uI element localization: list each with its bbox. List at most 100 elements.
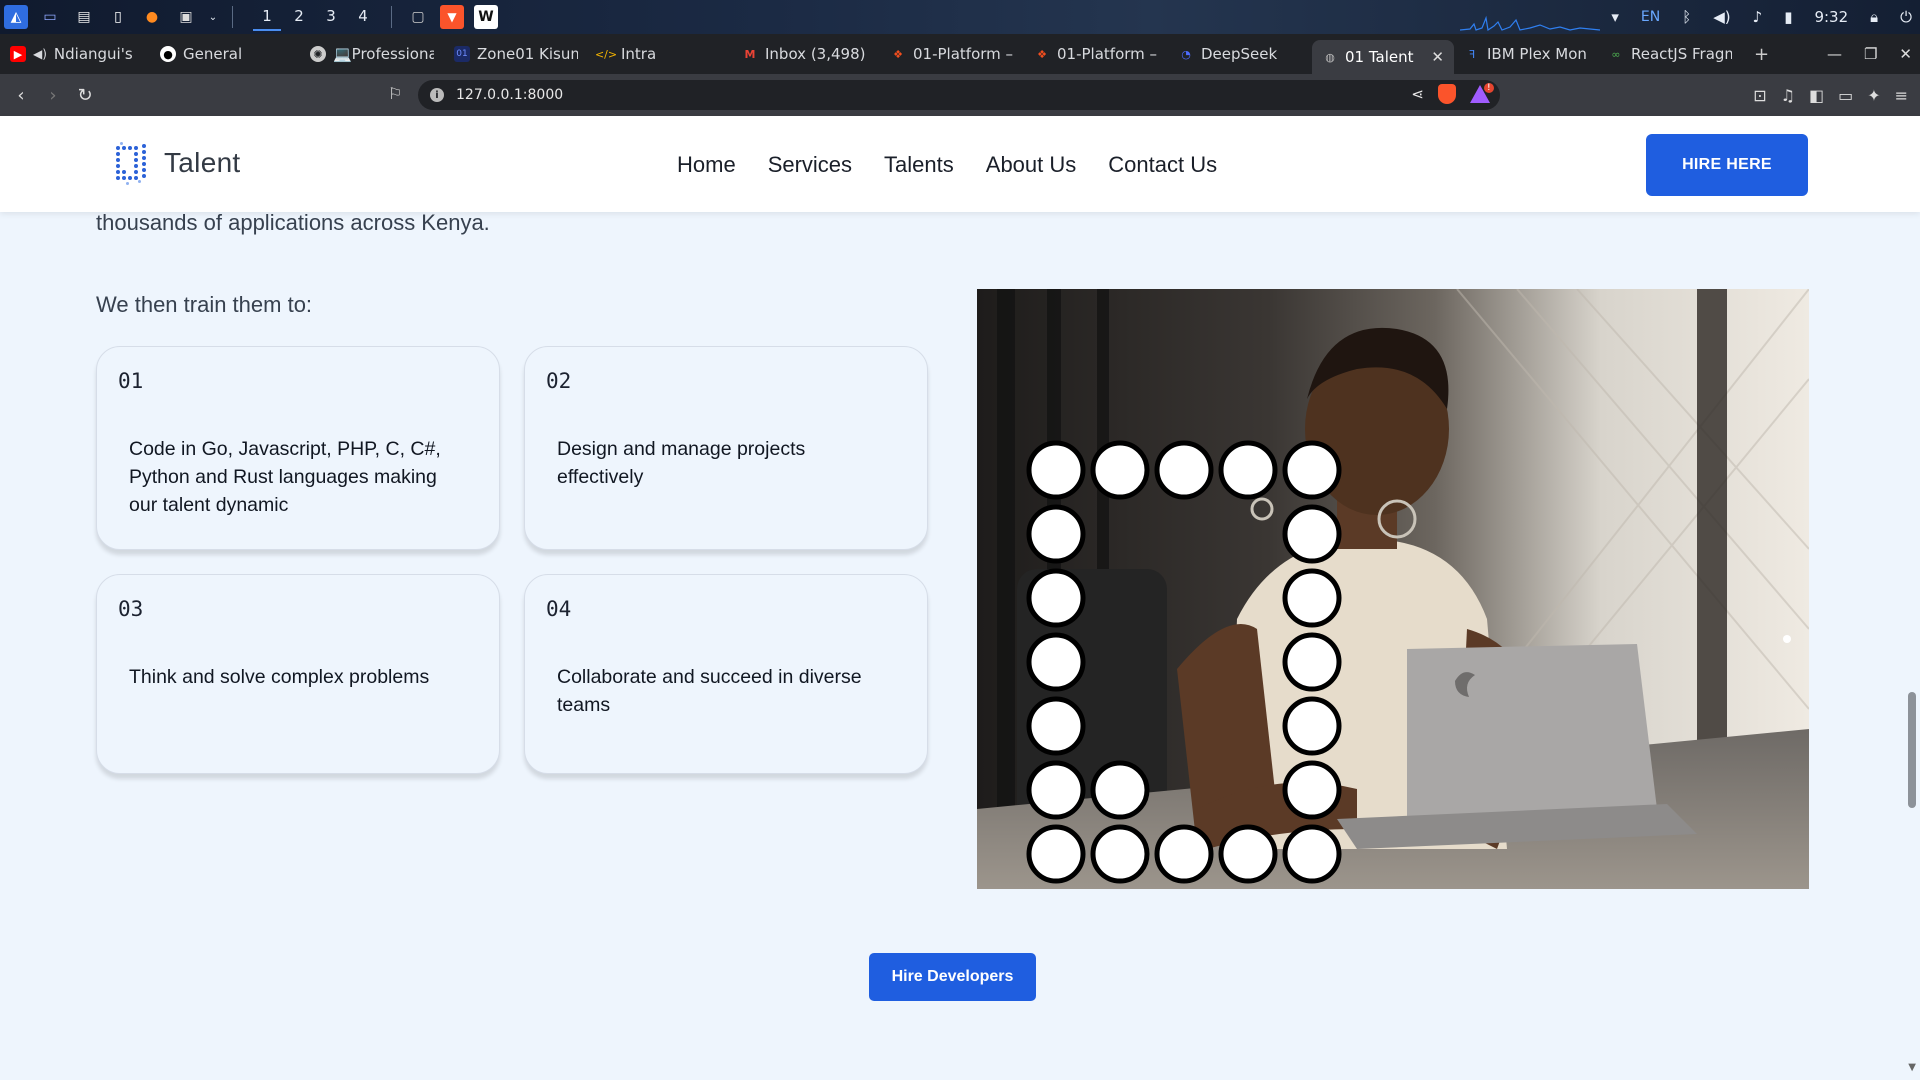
media-icon[interactable]: ♫ — [1781, 86, 1795, 105]
minimize-icon[interactable]: — — [1827, 45, 1842, 63]
developer-photo — [977, 289, 1809, 889]
deepseek-icon: ◔ — [1181, 47, 1191, 61]
card-text: Think and solve complex problems — [129, 666, 430, 688]
hire-here-button[interactable]: HIRE HERE — [1646, 134, 1808, 196]
battery-icon[interactable]: ▮ — [1784, 8, 1792, 26]
audio-icon[interactable]: ◀) — [33, 47, 47, 61]
sidebar-icon[interactable]: ◧ — [1809, 86, 1824, 105]
workspace-2[interactable]: 2 — [285, 3, 313, 31]
url-text[interactable]: 127.0.0.1:8000 — [456, 87, 563, 103]
overlay-dot — [1282, 504, 1342, 564]
file-manager-icon[interactable]: ▤ — [72, 5, 96, 29]
close-tab-icon[interactable]: ✕ — [1431, 48, 1444, 66]
desktop-icon[interactable]: ▭ — [38, 5, 62, 29]
nav-home[interactable]: Home — [677, 152, 736, 178]
hire-developers-button[interactable]: Hire Developers — [869, 953, 1036, 1001]
divider — [232, 6, 233, 28]
brave-icon[interactable]: ▼ — [440, 5, 464, 29]
overlay-dot — [1218, 440, 1278, 500]
share-icon[interactable]: ⋖ — [1411, 85, 1424, 103]
tab-youtube[interactable]: ▶ ◀) Ndiangui's — [0, 34, 150, 74]
brave-rewards-icon[interactable]: ! — [1470, 83, 1494, 103]
overlay-dot — [1090, 824, 1150, 884]
volume-icon[interactable]: ◀) — [1713, 8, 1730, 26]
browser-toolbar: ‹ › ↻ ⚐ i 127.0.0.1:8000 ⋖ ! ⊡ ♫ ◧ ▭ ✦ ≡ — [0, 74, 1920, 116]
youtube-icon: ▶ — [10, 46, 26, 62]
zone01-icon: 01 — [454, 46, 470, 62]
keyboard-layout[interactable]: EN — [1641, 9, 1660, 25]
bookmark-icon[interactable]: ⚐ — [388, 84, 402, 103]
card-text: Code in Go, Javascript, PHP, C, C#, Pyth… — [129, 438, 441, 516]
section-subheading: We then train them to: — [96, 292, 313, 317]
nav-about-us[interactable]: About Us — [986, 152, 1077, 178]
overlay-dot — [1026, 504, 1086, 564]
overlay-dot — [1154, 824, 1214, 884]
card-number: 04 — [546, 597, 572, 621]
chevron-down-icon[interactable]: ⌄ — [208, 5, 218, 29]
address-bar[interactable]: i 127.0.0.1:8000 ⋖ ! — [418, 80, 1500, 110]
reload-icon[interactable]: ↻ — [74, 85, 96, 106]
restore-icon[interactable]: ❐ — [1864, 45, 1877, 63]
figma-icon: ❖ — [893, 47, 903, 61]
new-tab-button[interactable]: + — [1742, 44, 1781, 65]
tab-intra[interactable]: </> Intra — [588, 34, 732, 74]
google-fonts-icon: ꟻ — [1468, 47, 1476, 61]
terminal-window-icon[interactable]: ▢ — [406, 5, 430, 29]
power-icon[interactable]: ⏻ — [1900, 8, 1912, 26]
clock[interactable]: 9:32 — [1814, 8, 1848, 26]
logo-dots-icon — [116, 142, 146, 185]
wps-icon[interactable]: W — [474, 5, 498, 29]
training-card: 04 Collaborate and succeed in diverse te… — [524, 574, 928, 774]
gmail-icon: M — [744, 47, 756, 61]
os-taskbar: ◭ ▭ ▤ ▯ ● ▣ ⌄ 1 2 3 4 ▢ ▼ W ▾ EN ᛒ ◀) ♪ … — [0, 0, 1920, 34]
brave-shields-icon[interactable] — [1438, 84, 1456, 104]
screenshot-icon[interactable]: ⊡ — [1753, 86, 1766, 105]
wallet-icon[interactable]: ▭ — [1838, 86, 1853, 105]
github-icon: ● — [160, 46, 176, 62]
overlay-dot — [1026, 824, 1086, 884]
site-logo[interactable]: Talent — [112, 140, 241, 186]
tab-chatgpt[interactable]: ✺ 💻Professiona — [300, 34, 444, 74]
zero-one-dots-overlay — [1026, 440, 1342, 884]
training-card: 03 Think and solve complex problems — [96, 574, 500, 774]
app-launcher-icon[interactable]: ◭ — [4, 5, 28, 29]
lock-icon[interactable]: 🔒︎ — [1870, 8, 1878, 26]
nav-contact-us[interactable]: Contact Us — [1108, 152, 1217, 178]
bluetooth-icon[interactable]: ᛒ — [1682, 8, 1691, 26]
firefox-icon[interactable]: ● — [140, 5, 164, 29]
nav-services[interactable]: Services — [768, 152, 852, 178]
tab-react[interactable]: ∞ ReactJS Fragm — [1598, 34, 1742, 74]
tab-gmail[interactable]: M Inbox (3,498) — [732, 34, 880, 74]
system-tray: ▾ EN ᛒ ◀) ♪ ▮ 9:32 🔒︎ ⏻ — [1611, 0, 1912, 34]
card-number: 03 — [118, 597, 144, 621]
workspace-3[interactable]: 3 — [317, 3, 345, 31]
site-info-icon[interactable]: i — [430, 88, 444, 102]
terminal-icon[interactable]: ▣ — [174, 5, 198, 29]
workspace-1[interactable]: 1 — [253, 3, 281, 31]
overlay-dot — [1218, 824, 1278, 884]
tab-figma-2[interactable]: ❖ 01-Platform – — [1024, 34, 1168, 74]
code-icon: </> — [594, 47, 618, 61]
forward-icon[interactable]: › — [42, 85, 64, 106]
tab-github[interactable]: ● General — [150, 34, 300, 74]
toolbar-actions: ⊡ ♫ ◧ ▭ ✦ ≡ — [1753, 74, 1908, 116]
back-icon[interactable]: ‹ — [10, 85, 32, 106]
overlay-dot — [1282, 440, 1342, 500]
tab-zone01[interactable]: 01 Zone01 Kisum — [444, 34, 588, 74]
notification-bell-icon[interactable]: ♪ — [1753, 8, 1763, 26]
leo-ai-icon[interactable]: ✦ — [1867, 86, 1880, 105]
site-header: Talent Home Services Talents About Us Co… — [0, 116, 1920, 212]
close-window-icon[interactable]: ✕ — [1899, 45, 1912, 63]
tab-deepseek[interactable]: ◔ DeepSeek — [1168, 34, 1312, 74]
nav-talents[interactable]: Talents — [884, 152, 954, 178]
document-icon[interactable]: ▯ — [106, 5, 130, 29]
scroll-down-arrow-icon[interactable]: ▼ — [1908, 1062, 1916, 1073]
tab-figma-1[interactable]: ❖ 01-Platform – — [880, 34, 1024, 74]
page-scrollbar[interactable] — [1908, 692, 1916, 808]
tab-ibm-plex[interactable]: ꟻ IBM Plex Mon — [1454, 34, 1598, 74]
menu-icon[interactable]: ≡ — [1895, 86, 1908, 105]
tab-talent-active[interactable]: ◍ 01 Talent K ✕ — [1312, 40, 1454, 74]
wifi-icon[interactable]: ▾ — [1611, 8, 1619, 26]
overlay-dot — [1282, 824, 1342, 884]
workspace-4[interactable]: 4 — [349, 3, 377, 31]
